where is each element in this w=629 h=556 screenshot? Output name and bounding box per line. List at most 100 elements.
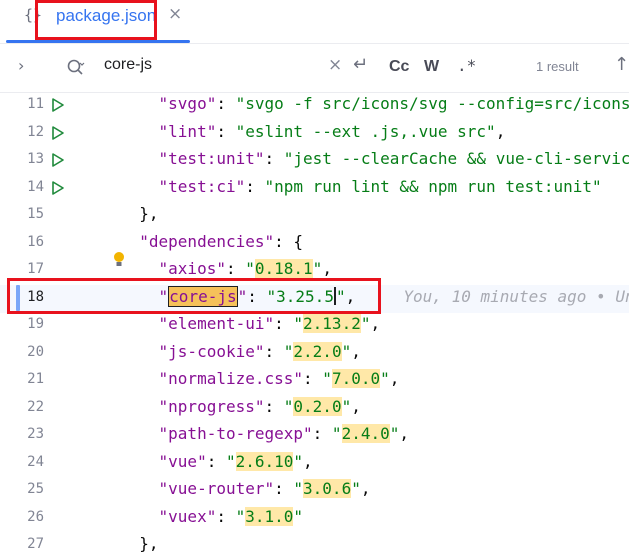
code-punctuation: : [264,149,284,168]
code-punctuation: , [303,451,313,471]
code-punctuation [120,479,159,498]
code-line[interactable]: "element-ui": "2.13.2", [120,314,380,333]
json-key: "normalize.css" [158,369,304,388]
json-string: " [322,369,332,388]
json-string: "jest --clearCache && vue-cli-servic [283,149,629,168]
search-icon[interactable] [66,58,86,78]
code-punctuation: , [370,314,381,333]
code-line[interactable]: "dependencies": { [120,232,303,251]
code-punctuation [120,424,159,443]
version-highlight: 2.4.0 [341,424,390,443]
json-string: " [312,259,323,278]
code-punctuation: : [303,369,323,388]
line-number: 22 [27,398,44,415]
code-line[interactable]: "vue": "2.6.10", [120,451,313,471]
line-number: 25 [27,481,44,497]
json-string: " [341,396,352,416]
code-line[interactable]: "test:unit": "jest --clearCache && vue-c… [120,149,629,168]
code-punctuation: , [351,396,361,416]
regex-button[interactable]: .* [457,56,476,75]
code-punctuation: }, [120,534,159,553]
code-line[interactable]: "axios": "0.18.1", [120,259,332,278]
code-punctuation: , [351,341,361,361]
code-line[interactable]: "normalize.css": "7.0.0", [120,369,399,388]
code-line[interactable]: "vuex": "3.1.0" [120,506,304,526]
line-number: 26 [27,508,44,525]
json-key: " [237,286,248,306]
code-punctuation [120,122,159,141]
code-line[interactable]: "vue-router": "3.0.6", [120,479,370,498]
match-case-button[interactable]: Cc [389,58,409,76]
active-tab-indicator [6,40,190,43]
code-line[interactable]: "test:ci": "npm run lint && npm run test… [120,177,602,196]
json-key: "lint" [158,121,217,141]
line-number: 27 [27,536,44,552]
chevron-right-icon[interactable]: › [18,56,24,75]
json-string: "eslint --ext .js,.vue src" [235,121,496,141]
code-punctuation: : [247,286,267,306]
json-key: "dependencies" [139,231,275,251]
code-punctuation: : [216,506,236,526]
clear-icon[interactable]: × [328,55,342,75]
run-icon[interactable] [51,180,65,195]
arrow-up-icon[interactable]: ↑ [614,54,629,75]
line-number: 11 [27,96,44,112]
line-number: 17 [27,261,44,277]
json-string: " [293,506,304,526]
code-punctuation: : [274,314,294,333]
code-line[interactable]: "svgo": "svgo -f src/icons/svg --config=… [120,94,629,113]
version-highlight: 2.13.2 [303,314,361,333]
json-key: "axios" [158,259,226,278]
code-punctuation [120,259,159,278]
close-icon[interactable]: × [168,4,182,24]
json-string: " [225,451,236,471]
search-input[interactable] [104,56,304,74]
json-string: " [389,424,400,443]
run-icon[interactable] [51,125,65,140]
code-line[interactable]: }, [120,204,158,223]
code-punctuation: : [274,479,294,498]
code-editor[interactable]: 11 "svgo": "svgo -f src/icons/svg --conf… [0,93,629,556]
code-punctuation: : [245,176,265,196]
line-number: 23 [27,426,44,442]
json-string: " [341,341,352,361]
json-string: " [293,479,304,498]
new-line-icon[interactable]: ↵ [353,54,368,75]
version-highlight: 2.2.0 [293,341,342,361]
code-punctuation [120,452,159,471]
code-punctuation [120,287,159,306]
json-string: " [351,479,361,498]
version-highlight: 3.0.6 [303,479,352,498]
code-punctuation: , [399,424,410,443]
code-line[interactable]: "path-to-regexp": "2.4.0", [120,424,409,443]
code-punctuation: : [216,94,236,113]
version-highlight: 3.1.0 [245,506,294,526]
json-key: "test:unit" [158,149,265,168]
code-punctuation: : [206,451,226,471]
find-bar: › × ↵ Cc W .* 1 result ↑ [0,44,629,93]
run-icon[interactable] [51,98,65,112]
code-line[interactable]: "nprogress": "0.2.0", [120,396,361,416]
code-line[interactable]: "js-cookie": "2.2.0", [120,341,361,361]
tab-label[interactable]: package.json [56,6,156,26]
search-result-count: 1 result [536,59,579,74]
json-key: "vue-router" [158,479,275,498]
json-string: "svgo -f src/icons/svg --config=src/icon… [235,94,629,113]
json-key: "test:ci" [158,176,246,196]
code-line[interactable]: "lint": "eslint --ext .js,.vue src", [120,121,506,141]
code-punctuation: : [264,396,284,416]
code-punctuation: , [322,259,332,278]
json-key: "path-to-regexp" [158,424,313,443]
json-key: "element-ui" [158,314,275,333]
whole-words-button[interactable]: W [424,58,439,76]
line-number: 13 [27,151,44,167]
json-string: " [283,341,294,361]
line-number: 18 [27,288,44,305]
run-icon[interactable] [51,153,65,167]
code-line[interactable]: "core-js": "3.25.5 ", You, 10 minutes ago… [120,285,629,307]
code-punctuation [120,397,159,416]
line-number: 14 [27,178,44,195]
code-punctuation [120,369,159,388]
json-key: "vue" [158,451,207,471]
code-line[interactable]: }, [120,534,159,553]
